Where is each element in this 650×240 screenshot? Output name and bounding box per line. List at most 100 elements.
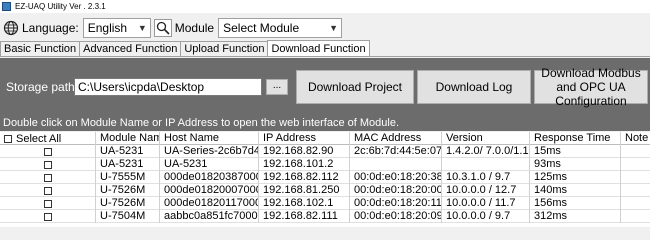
module-select[interactable]: Select Module ▼ xyxy=(218,18,343,38)
response-time-cell: 125ms xyxy=(530,171,621,184)
table-row[interactable]: UA-5231 UA-5231 192.168.101.2 93ms xyxy=(0,158,650,171)
mac-address-cell: 00:0d:e0:18:20:00 xyxy=(350,184,442,197)
row-checkbox[interactable] xyxy=(43,212,52,221)
title-bar: EZ-UAQ Utility Ver . 2.3.1 xyxy=(0,0,650,13)
chevron-down-icon: ▼ xyxy=(137,23,147,33)
ip-address-cell[interactable]: 192.168.102.1 xyxy=(259,197,350,210)
select-all-column[interactable]: Select All xyxy=(0,132,96,145)
row-checkbox-cell[interactable] xyxy=(0,197,96,210)
language-select[interactable]: English ▼ xyxy=(82,18,151,38)
row-checkbox[interactable] xyxy=(43,186,52,195)
module-name-cell[interactable]: U-7504M xyxy=(96,210,160,223)
column-header-response-time[interactable]: Response Time xyxy=(530,132,621,145)
globe-icon xyxy=(3,20,19,36)
response-time-cell: 93ms xyxy=(530,158,621,171)
language-value: English xyxy=(87,21,128,35)
table-row[interactable]: U-7526M 000de01820007000 192.168.81.250 … xyxy=(0,184,650,197)
version-cell: 10.0.0.0 / 9.7 xyxy=(442,210,530,223)
module-name-cell[interactable]: UA-5231 xyxy=(96,145,160,158)
module-name-cell[interactable]: U-7526M xyxy=(96,184,160,197)
select-all-checkbox[interactable] xyxy=(4,134,12,143)
note-cell xyxy=(621,197,650,210)
column-header-host-name[interactable]: Host Name xyxy=(160,132,259,145)
module-grid: Select All Module Name Host Name IP Addr… xyxy=(0,132,650,227)
row-checkbox-cell[interactable] xyxy=(0,171,96,184)
version-cell: 1.4.2.0/ 7.0.0/1.1.80 xyxy=(442,145,530,158)
mac-address-cell: 2c:6b:7d:44:5e:07 xyxy=(350,145,442,158)
download-panel: Storage path: ... Download Project Downl… xyxy=(0,58,650,117)
response-time-cell: 140ms xyxy=(530,184,621,197)
row-checkbox-cell[interactable] xyxy=(0,184,96,197)
storage-path-label: Storage path: xyxy=(6,80,79,94)
storage-path-input[interactable] xyxy=(74,78,262,96)
hint-text: Double click on Module Name or IP Addres… xyxy=(0,117,650,131)
search-module-icon[interactable] xyxy=(153,19,172,37)
row-checkbox[interactable] xyxy=(43,199,52,208)
module-value: Select Module xyxy=(223,21,300,35)
window-title: EZ-UAQ Utility Ver . 2.3.1 xyxy=(15,2,106,11)
module-name-cell[interactable]: U-7526M xyxy=(96,197,160,210)
note-cell xyxy=(621,171,650,184)
ip-address-cell[interactable]: 192.168.82.90 xyxy=(259,145,350,158)
search-icon xyxy=(156,21,170,35)
ip-address-cell[interactable]: 192.168.101.2 xyxy=(259,158,350,171)
host-name-cell: UA-Series-2c6b7d44... xyxy=(160,145,259,158)
version-cell: 10.0.0.0 / 12.7 xyxy=(442,184,530,197)
version-cell xyxy=(442,158,530,171)
mac-address-cell xyxy=(350,158,442,171)
note-cell xyxy=(621,184,650,197)
row-checkbox[interactable] xyxy=(43,160,52,169)
version-cell: 10.0.0.0 / 11.7 xyxy=(442,197,530,210)
language-label: Language: xyxy=(22,21,79,35)
ip-address-cell[interactable]: 192.168.81.250 xyxy=(259,184,350,197)
download-log-button[interactable]: Download Log xyxy=(417,70,531,104)
tab-download-function[interactable]: Download Function xyxy=(267,40,370,56)
row-checkbox-cell[interactable] xyxy=(0,158,96,171)
row-checkbox[interactable] xyxy=(43,173,52,182)
note-cell xyxy=(621,158,650,171)
host-name-cell: aabbc0a851fc7000 xyxy=(160,210,259,223)
column-header-select-all: Select All xyxy=(16,132,62,145)
tab-upload-function[interactable]: Upload Function xyxy=(180,41,269,56)
note-cell xyxy=(621,210,650,223)
response-time-cell: 312ms xyxy=(530,210,621,223)
toolbar: Language: English ▼ Module Select Module… xyxy=(0,16,650,40)
download-modbus-opcua-button[interactable]: Download Modbus and OPC UA Configuration xyxy=(534,66,648,108)
browse-button[interactable]: ... xyxy=(266,79,288,95)
mac-address-cell: 00:0d:e0:18:20:09 xyxy=(350,210,442,223)
column-header-ip-address[interactable]: IP Address xyxy=(259,132,350,145)
row-checkbox[interactable] xyxy=(43,147,52,156)
column-header-mac-address[interactable]: MAC Address xyxy=(350,132,442,145)
host-name-cell: 000de01820387000 xyxy=(160,171,259,184)
function-tabs: Basic Function Advanced Function Upload … xyxy=(0,40,650,57)
column-header-note[interactable]: Note xyxy=(621,132,650,145)
module-label: Module xyxy=(174,21,215,35)
host-name-cell: 000de01820117000 xyxy=(160,197,259,210)
table-row[interactable]: UA-5231 UA-Series-2c6b7d44... 192.168.82… xyxy=(0,145,650,158)
mac-address-cell: 00:0d:e0:18:20:11 xyxy=(350,197,442,210)
module-name-cell[interactable]: UA-5231 xyxy=(96,158,160,171)
chevron-down-icon: ▼ xyxy=(329,23,339,33)
host-name-cell: UA-5231 xyxy=(160,158,259,171)
column-header-module-name[interactable]: Module Name xyxy=(96,132,160,145)
note-cell xyxy=(621,145,650,158)
response-time-cell: 156ms xyxy=(530,197,621,210)
table-row[interactable]: U-7555M 000de01820387000 192.168.82.112 … xyxy=(0,171,650,184)
tab-basic-function[interactable]: Basic Function xyxy=(0,41,81,56)
download-project-button[interactable]: Download Project xyxy=(296,70,414,104)
mac-address-cell: 00:0d:e0:18:20:38 xyxy=(350,171,442,184)
response-time-cell: 15ms xyxy=(530,145,621,158)
module-name-cell[interactable]: U-7555M xyxy=(96,171,160,184)
grid-header: Select All Module Name Host Name IP Addr… xyxy=(0,132,650,145)
ip-address-cell[interactable]: 192.168.82.111 xyxy=(259,210,350,223)
ip-address-cell[interactable]: 192.168.82.112 xyxy=(259,171,350,184)
app-icon xyxy=(2,2,11,11)
table-row[interactable]: U-7526M 000de01820117000 192.168.102.1 0… xyxy=(0,197,650,210)
version-cell: 10.3.1.0 / 9.7 xyxy=(442,171,530,184)
row-checkbox-cell[interactable] xyxy=(0,210,96,223)
table-row[interactable]: U-7504M aabbc0a851fc7000 192.168.82.111 … xyxy=(0,210,650,223)
row-checkbox-cell[interactable] xyxy=(0,145,96,158)
tab-advanced-function[interactable]: Advanced Function xyxy=(79,41,182,56)
host-name-cell: 000de01820007000 xyxy=(160,184,259,197)
column-header-version[interactable]: Version xyxy=(442,132,530,145)
